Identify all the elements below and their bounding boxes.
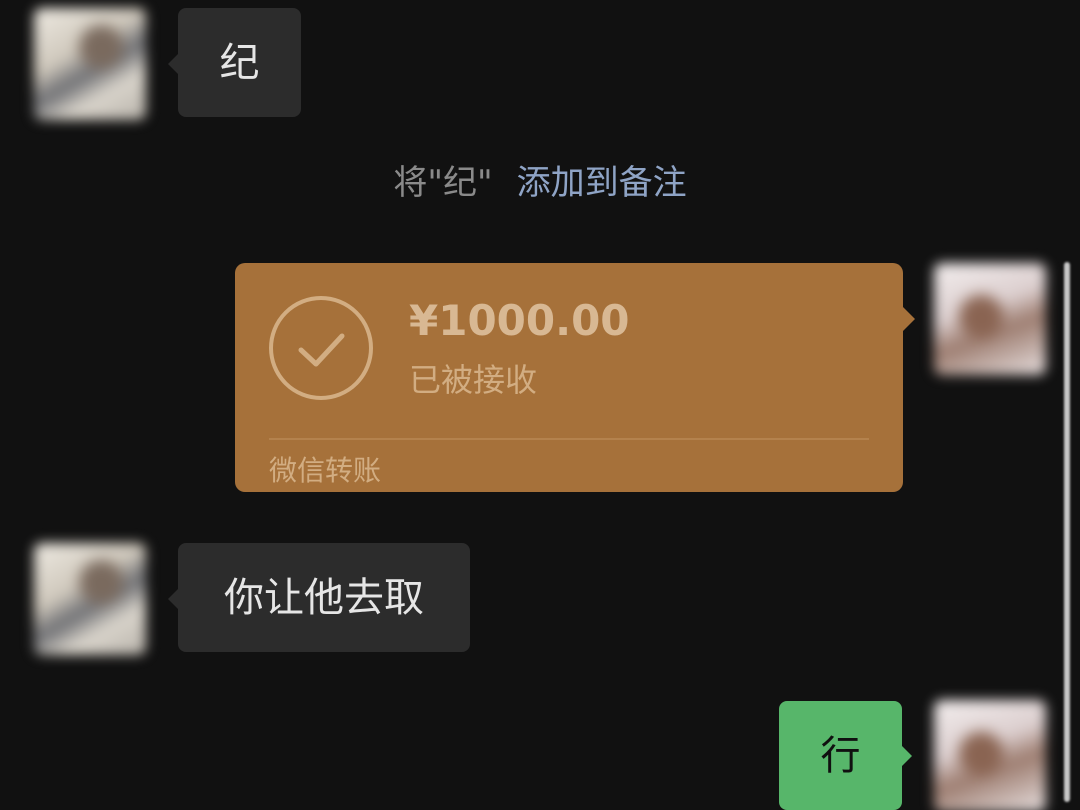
add-remark-link[interactable]: 添加到备注 <box>517 163 687 203</box>
transfer-card[interactable]: ¥1000.00 已被接收 微信转账 <box>235 263 915 492</box>
my-avatar[interactable] <box>934 263 1046 375</box>
message-text: 行 <box>820 732 861 779</box>
message-bubble-outgoing[interactable]: 行 <box>779 701 912 810</box>
message-text: 纪 <box>219 39 260 86</box>
transfer-amount: ¥1000.00 <box>409 296 630 345</box>
contact-avatar[interactable] <box>34 543 146 655</box>
contact-avatar[interactable] <box>34 8 146 120</box>
chat-screen: 纪 将"纪" 添加到备注 ¥1000.00 已被接收 微信转账 你让他去取 行 <box>0 0 1080 810</box>
scrollbar[interactable] <box>1064 262 1070 802</box>
system-notice: 将"纪" 添加到备注 <box>0 163 1080 203</box>
check-circle-icon <box>269 296 373 400</box>
message-text: 你让他去取 <box>224 574 424 621</box>
message-bubble-incoming[interactable]: 纪 <box>168 8 301 117</box>
notice-text: 将"纪" <box>393 163 493 203</box>
message-bubble-incoming[interactable]: 你让他去取 <box>168 543 470 652</box>
transfer-footer-label: 微信转账 <box>269 454 382 487</box>
card-divider <box>269 438 869 440</box>
transfer-status: 已被接收 <box>409 361 538 399</box>
my-avatar[interactable] <box>934 700 1046 810</box>
